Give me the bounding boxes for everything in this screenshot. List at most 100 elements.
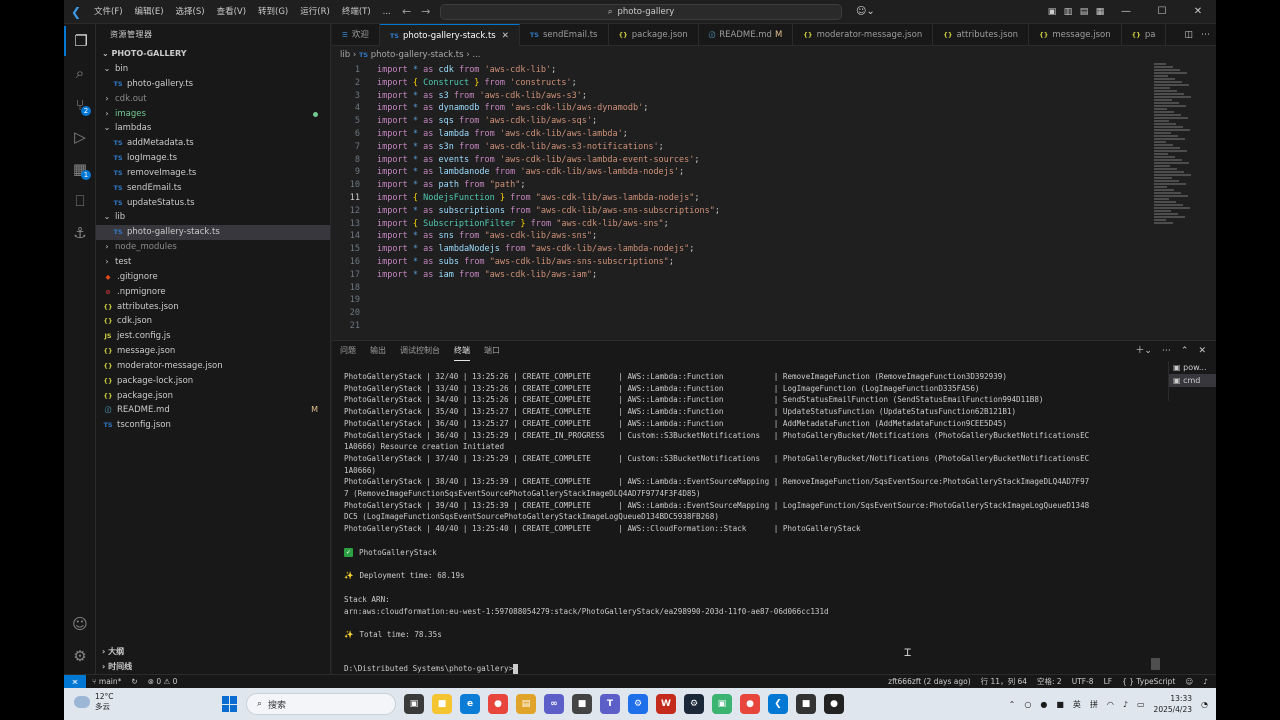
taskbar-search[interactable]: ⌕ 搜索 <box>246 693 396 715</box>
tree-item[interactable]: › test <box>96 255 330 270</box>
editor-tab[interactable]: TS photo-gallery-stack.ts ✕ <box>379 24 520 46</box>
code-editor[interactable]: 1 import * as cdk from 'aws-cdk-lib'; 2 imp… <box>332 62 1216 338</box>
indentation[interactable]: 空格: 2 <box>1037 675 1062 689</box>
tree-item[interactable]: ⌄ lambdas <box>96 121 330 136</box>
task-view-icon[interactable]: ▣ <box>404 694 424 714</box>
tree-item[interactable]: ⓘ README.md M <box>96 403 330 418</box>
chrome-icon[interactable]: ● <box>488 694 508 714</box>
menu-item[interactable]: 终端(T) <box>336 0 377 24</box>
terminal-scrollbar[interactable] <box>1151 658 1160 670</box>
menu-item[interactable]: 选择(S) <box>170 0 211 24</box>
file-explorer-icon[interactable]: ■ <box>432 694 452 714</box>
chrome-icon[interactable]: ● <box>740 694 760 714</box>
menu-item[interactable]: 转到(G) <box>252 0 294 24</box>
tree-item[interactable]: TS sendEmail.ts <box>96 181 330 196</box>
extensions-icon[interactable]: ▦ 1 <box>64 154 96 184</box>
explorer-icon[interactable]: ❐ <box>64 26 96 56</box>
tree-item[interactable]: TS photo-gallery.ts <box>96 77 330 92</box>
source-control-icon[interactable]: ⑂ 2 <box>64 90 96 120</box>
tree-item[interactable]: › images <box>96 107 330 122</box>
github-icon[interactable]: ● <box>824 694 844 714</box>
encoding[interactable]: UTF-8 <box>1072 675 1094 689</box>
timeline-section[interactable]: › 时间线 <box>96 659 331 674</box>
breadcrumb-file[interactable]: photo-gallery-stack.ts <box>371 50 464 60</box>
command-center-search[interactable]: ⌕ photo-gallery <box>440 4 842 20</box>
minimap[interactable] <box>1154 62 1194 224</box>
restore-button[interactable]: ☐ <box>1144 0 1180 24</box>
menu-item[interactable]: 文件(F) <box>88 0 129 24</box>
outline-section[interactable]: › 大纲 <box>96 644 331 659</box>
back-arrow-icon[interactable]: ← <box>402 0 411 24</box>
notifications-bell-icon[interactable]: ♪ <box>1203 675 1208 689</box>
layout-icon[interactable]: ▣ <box>1044 7 1060 17</box>
tree-item[interactable]: {} message.json <box>96 344 330 359</box>
editor-tab[interactable]: {} pa <box>1122 24 1167 46</box>
maximize-panel-icon[interactable]: ⌃ <box>1181 341 1189 361</box>
notification-center-icon[interactable]: ◔ <box>1201 700 1208 709</box>
workspace-root[interactable]: ⌄ PHOTO-GALLERY <box>96 46 330 62</box>
tray-app-icon[interactable]: ○ <box>1024 700 1031 709</box>
panel-tab[interactable]: 输出 <box>370 341 386 361</box>
tree-item[interactable]: TS addMetadata.ts <box>96 136 330 151</box>
language-mode[interactable]: { } TypeScript <box>1122 675 1175 689</box>
close-tab-icon[interactable]: ✕ <box>502 31 509 41</box>
menu-item[interactable]: 运行(R) <box>294 0 336 24</box>
folder-icon[interactable]: ▤ <box>516 694 536 714</box>
terminal-output[interactable]: PhotoGalleryStack | 32/40 | 13:25:26 | C… <box>332 363 1152 675</box>
forward-arrow-icon[interactable]: → <box>421 0 430 24</box>
start-button-icon[interactable] <box>222 696 238 712</box>
tree-item[interactable]: {} package.json <box>96 389 330 404</box>
terminal-instance[interactable]: ▣ pow... <box>1169 361 1216 374</box>
remote-explorer-icon[interactable]: ⎕ <box>64 186 96 216</box>
tree-item[interactable]: TS updateStatus.ts <box>96 196 330 211</box>
tree-item[interactable]: › node_modules <box>96 240 330 255</box>
visual-studio-icon[interactable]: ∞ <box>544 694 564 714</box>
new-terminal-icon[interactable]: ＋⌄ <box>1135 341 1152 361</box>
app-icon[interactable]: ■ <box>572 694 592 714</box>
tree-item[interactable]: JS jest.config.js <box>96 329 330 344</box>
ime-lang[interactable]: 英 <box>1073 699 1081 710</box>
menu-item[interactable]: ... <box>377 0 397 24</box>
tree-item[interactable]: ⌄ bin <box>96 62 330 77</box>
problems-indicator[interactable]: ⊗ 0 ⚠ 0 <box>148 675 178 689</box>
tree-item[interactable]: ⊘ .npmignore <box>96 285 330 300</box>
battery-icon[interactable]: ▭ <box>1137 700 1145 709</box>
editor-tab[interactable]: {} package.json <box>609 24 699 46</box>
ime-mode[interactable]: 拼 <box>1090 699 1098 710</box>
panel-tab[interactable]: 问题 <box>340 341 356 361</box>
tray-app-icon[interactable]: ■ <box>1056 700 1064 709</box>
remote-indicator-icon[interactable]: ⪤ <box>64 675 86 689</box>
split-editor-icon[interactable]: ◫ <box>1184 24 1193 46</box>
docker-icon[interactable]: ⚓ <box>64 218 96 248</box>
menu-item[interactable]: 编辑(E) <box>129 0 170 24</box>
tree-item[interactable]: {} attributes.json <box>96 300 330 315</box>
steam-icon[interactable]: ⚙ <box>684 694 704 714</box>
wifi-icon[interactable]: ◠ <box>1107 700 1114 709</box>
wps-icon[interactable]: W <box>656 694 676 714</box>
toggle-secondary-sidebar-icon[interactable]: ▦ <box>1092 7 1108 17</box>
toggle-panel-icon[interactable]: ▤ <box>1076 7 1092 17</box>
close-panel-icon[interactable]: ✕ <box>1198 341 1206 361</box>
breadcrumb-folder[interactable]: lib <box>340 50 350 60</box>
tray-overflow-icon[interactable]: ⌃ <box>1009 700 1016 709</box>
tree-item[interactable]: {} moderator-message.json <box>96 359 330 374</box>
copilot-status-icon[interactable]: ☺ <box>1185 675 1193 689</box>
tree-item[interactable]: ◆ .gitignore <box>96 270 330 285</box>
tree-item[interactable]: {} package-lock.json <box>96 374 330 389</box>
editor-tab[interactable]: {} message.json <box>1029 24 1122 46</box>
search-view-icon[interactable]: ⌕ <box>64 58 96 88</box>
close-window-button[interactable]: ✕ <box>1180 0 1216 24</box>
minimize-button[interactable]: — <box>1108 0 1144 24</box>
edge-icon[interactable]: e <box>460 694 480 714</box>
weather-widget[interactable]: 12°C 多云 <box>74 692 114 712</box>
menu-item[interactable]: 查看(V) <box>211 0 252 24</box>
tree-item[interactable]: {} cdk.json <box>96 314 330 329</box>
editor-tab[interactable]: {} moderator-message.json <box>793 24 934 46</box>
copilot-icon[interactable]: ☺⌄ <box>856 0 875 24</box>
settings-gear-icon[interactable]: ⚙ <box>64 641 96 671</box>
vscode-taskbar-icon[interactable]: ❮ <box>768 694 788 714</box>
toggle-sidebar-icon[interactable]: ▥ <box>1060 7 1076 17</box>
clock[interactable]: 13:33 2025/4/23 <box>1154 693 1192 715</box>
more-actions-icon[interactable]: ⋯ <box>1201 24 1210 46</box>
sync-icon[interactable]: ↻ <box>131 675 137 689</box>
